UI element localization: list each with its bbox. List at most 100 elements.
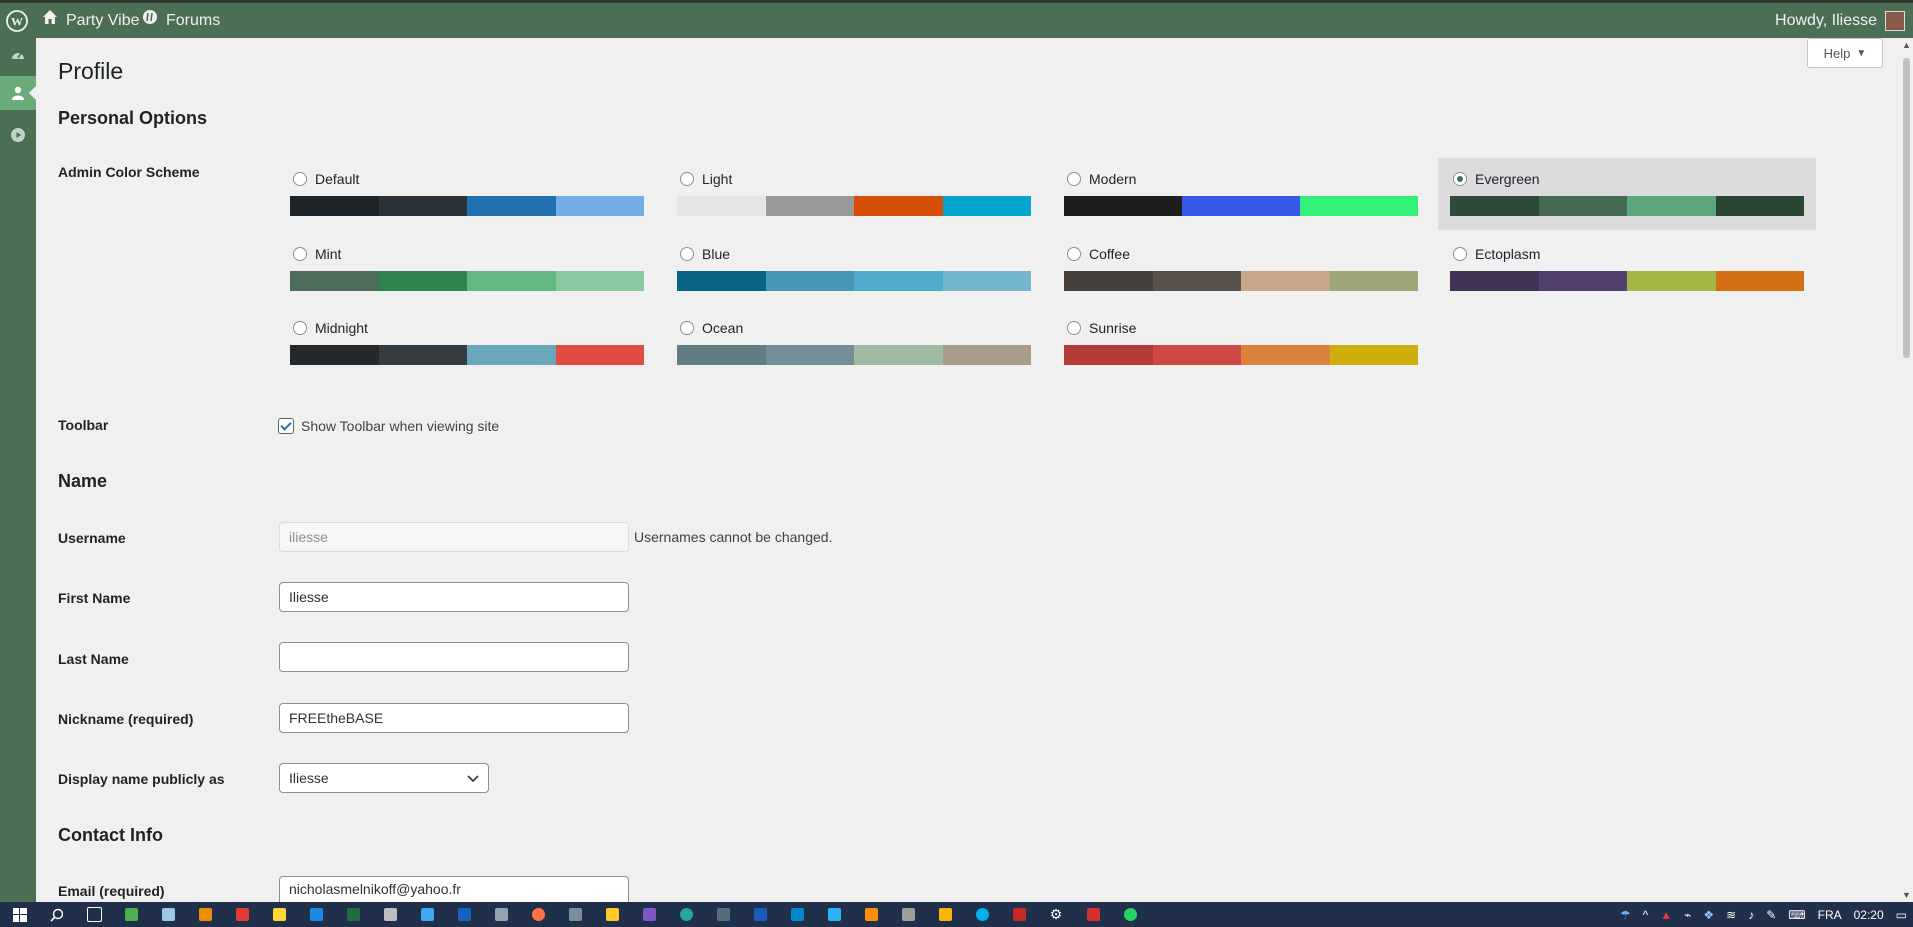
pen-icon[interactable]: ✎ <box>1766 908 1776 922</box>
toolbar-label: Toolbar <box>58 417 109 433</box>
color-scheme-radio-coffee[interactable] <box>1067 247 1081 261</box>
color-scheme-radio-midnight[interactable] <box>293 321 307 335</box>
file-explorer-icon[interactable] <box>602 905 622 925</box>
username-label: Username <box>58 530 126 546</box>
color-scheme-option-default[interactable]: Default <box>290 158 644 230</box>
color-swatch <box>1241 345 1330 365</box>
display-name-select[interactable]: Iliesse <box>279 763 489 793</box>
color-scheme-header: Ectoplasm <box>1450 244 1804 264</box>
skype-icon[interactable] <box>972 905 992 925</box>
color-scheme-radio-mint[interactable] <box>293 247 307 261</box>
forums-link[interactable]: Forums <box>142 3 220 38</box>
color-scheme-radio-blue[interactable] <box>680 247 694 261</box>
show-toolbar-checkbox[interactable] <box>278 418 294 434</box>
word-icon[interactable] <box>750 905 770 925</box>
dashboard-icon[interactable] <box>0 38 36 72</box>
color-scheme-radio-evergreen[interactable] <box>1453 172 1467 186</box>
color-scheme-option-light[interactable]: Light <box>677 158 1031 230</box>
nickname-field[interactable]: FREEtheBASE <box>279 703 629 733</box>
app-icon-3[interactable] <box>232 905 252 925</box>
wifi-icon[interactable]: ≋ <box>1726 908 1736 922</box>
color-scheme-option-coffee[interactable]: Coffee <box>1064 233 1418 305</box>
touch-keyboard-icon[interactable]: ⌨ <box>1788 908 1805 922</box>
photos-icon[interactable] <box>454 905 474 925</box>
color-swatch <box>378 196 467 216</box>
app-icon-5[interactable] <box>380 905 400 925</box>
app-icon-6[interactable] <box>491 905 511 925</box>
color-scheme-option-ocean[interactable]: Ocean <box>677 307 1031 379</box>
color-scheme-radio-modern[interactable] <box>1067 172 1081 186</box>
clock[interactable]: 02:20 <box>1854 908 1884 922</box>
tray-app-icon[interactable]: ▲ <box>1660 908 1672 922</box>
vlc-icon[interactable] <box>195 905 215 925</box>
wordpress-logo-icon[interactable]: W <box>6 3 28 38</box>
acrobat-icon[interactable] <box>1083 905 1103 925</box>
admin-bar: W Party Vibe Forums Howdy, Iliesse <box>0 0 1913 38</box>
app-icon-2[interactable] <box>158 905 178 925</box>
color-swatch <box>1152 345 1241 365</box>
site-name-link[interactable]: Party Vibe <box>42 3 140 38</box>
whatsapp-icon[interactable] <box>1120 905 1140 925</box>
color-scheme-option-ectoplasm[interactable]: Ectoplasm <box>1450 233 1804 305</box>
user-account-menu[interactable]: Howdy, Iliesse <box>1775 3 1905 38</box>
dropbox-icon[interactable] <box>306 905 326 925</box>
dropbox-tray-icon[interactable]: ❖ <box>1703 908 1714 922</box>
app-icon-4[interactable] <box>269 905 289 925</box>
notifications-icon[interactable]: ▭ <box>1896 908 1907 922</box>
app-icon-13[interactable] <box>1009 905 1029 925</box>
first-name-field[interactable]: Iliesse <box>279 582 629 612</box>
page-scrollbar[interactable]: ▲ ▼ <box>1900 38 1913 902</box>
excel-icon[interactable] <box>343 905 363 925</box>
language-indicator[interactable]: FRA <box>1818 908 1842 922</box>
app-icon-12[interactable] <box>935 905 955 925</box>
app-icon-9[interactable] <box>824 905 844 925</box>
profile-icon[interactable] <box>0 76 36 110</box>
app-icon-8[interactable] <box>787 905 807 925</box>
color-scheme-option-sunrise[interactable]: Sunrise <box>1064 307 1418 379</box>
svg-text:W: W <box>11 14 23 28</box>
chevron-down-icon <box>467 764 479 792</box>
color-scheme-option-blue[interactable]: Blue <box>677 233 1031 305</box>
last-name-field[interactable] <box>279 642 629 672</box>
task-view-icon[interactable] <box>84 905 104 925</box>
chevron-up-icon[interactable]: ^ <box>1643 908 1649 922</box>
color-scheme-label: Modern <box>1089 171 1137 187</box>
help-button[interactable]: Help ▼ <box>1807 38 1883 68</box>
color-scheme-header: Modern <box>1064 169 1418 189</box>
color-scheme-radio-default[interactable] <box>293 172 307 186</box>
color-palette <box>677 196 1031 216</box>
color-scheme-radio-ocean[interactable] <box>680 321 694 335</box>
app-icon-7[interactable] <box>639 905 659 925</box>
email-field[interactable]: nicholasmelnikoff@yahoo.fr <box>279 876 629 902</box>
contact-info-heading: Contact Info <box>58 825 163 845</box>
search-icon[interactable] <box>47 905 67 925</box>
app-icon-10[interactable] <box>861 905 881 925</box>
color-scheme-option-midnight[interactable]: Midnight <box>290 307 644 379</box>
network-icon[interactable]: ⌁ <box>1684 908 1691 922</box>
color-scheme-radio-ectoplasm[interactable] <box>1453 247 1467 261</box>
firefox-icon[interactable] <box>528 905 548 925</box>
color-swatch <box>1329 271 1418 291</box>
scroll-up-icon[interactable]: ▲ <box>1902 40 1911 50</box>
scroll-thumb[interactable] <box>1903 58 1910 358</box>
media-play-icon[interactable] <box>0 118 36 152</box>
color-scheme-radio-light[interactable] <box>680 172 694 186</box>
keyboard-icon[interactable] <box>565 905 585 925</box>
color-swatch <box>1627 271 1716 291</box>
app-icon-1[interactable] <box>121 905 141 925</box>
volume-icon[interactable]: ♪ <box>1748 908 1754 922</box>
color-swatch <box>555 196 644 216</box>
color-scheme-option-modern[interactable]: Modern <box>1064 158 1418 230</box>
scroll-down-icon[interactable]: ▼ <box>1902 890 1911 900</box>
color-scheme-option-evergreen[interactable]: Evergreen <box>1438 158 1816 230</box>
app-icon-11[interactable] <box>898 905 918 925</box>
weather-icon[interactable]: ☂ <box>1620 908 1631 922</box>
color-swatch <box>1627 196 1716 216</box>
settings-gear-icon[interactable]: ⚙ <box>1046 905 1066 925</box>
color-scheme-option-mint[interactable]: Mint <box>290 233 644 305</box>
maps-icon[interactable] <box>417 905 437 925</box>
windows-start-icon[interactable] <box>10 905 30 925</box>
calculator-icon[interactable] <box>713 905 733 925</box>
color-scheme-radio-sunrise[interactable] <box>1067 321 1081 335</box>
edge-icon[interactable] <box>676 905 696 925</box>
